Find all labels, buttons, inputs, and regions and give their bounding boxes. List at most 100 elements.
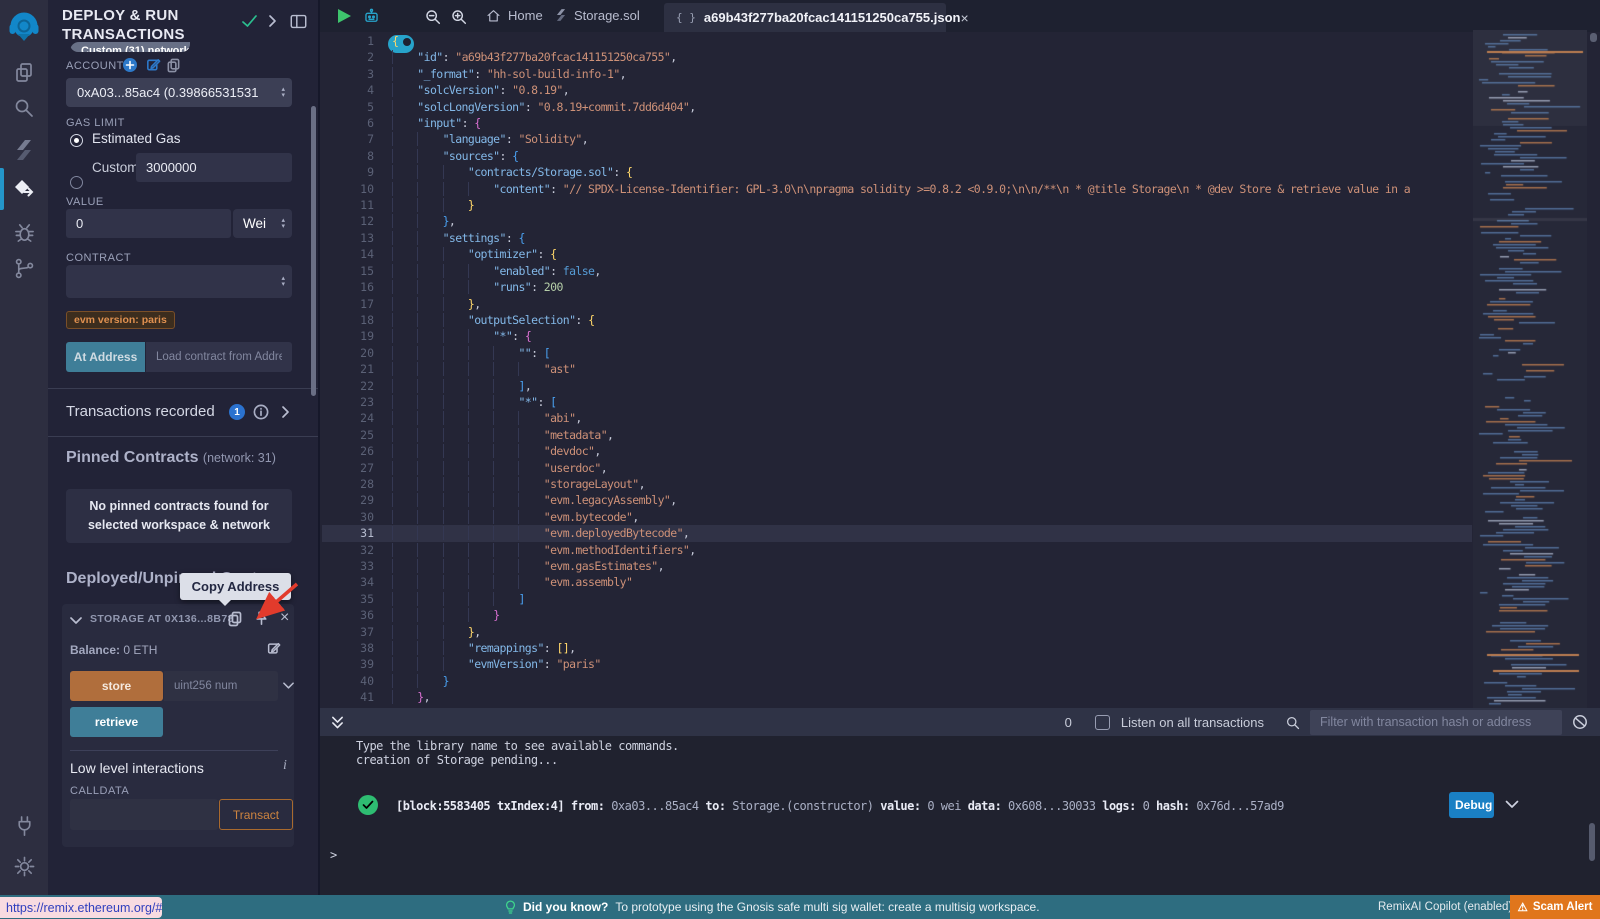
listen-checkbox[interactable]	[1095, 715, 1110, 730]
at-address-button[interactable]: At Address	[66, 342, 145, 372]
code-line[interactable]: 38 "remappings": [],	[322, 640, 1472, 656]
code-line[interactable]: 37 },	[322, 624, 1472, 640]
at-address-input[interactable]	[146, 342, 292, 372]
sidebar-item-plugin-manager[interactable]	[0, 806, 48, 846]
code-line[interactable]: 23 "*": [	[322, 394, 1472, 410]
create-account-icon[interactable]	[122, 57, 138, 78]
code-line[interactable]: 12 },	[322, 213, 1472, 229]
code-line[interactable]: 20 "": [	[322, 345, 1472, 361]
sidebar-item-settings[interactable]	[0, 846, 48, 886]
code-line[interactable]: 8 "sources": {	[322, 148, 1472, 164]
tab-json-active[interactable]: { } a69b43f277ba20fcac141151250ca755.jso…	[664, 3, 946, 32]
code-line[interactable]: 13 "settings": {	[322, 230, 1472, 246]
pin-side-panel-icon[interactable]	[289, 13, 308, 30]
collapse-contract-chevron-icon[interactable]	[70, 617, 82, 625]
estimated-gas-radio[interactable]	[70, 134, 83, 147]
tx-log-text[interactable]: [block:5583405 txIndex:4] from: 0xa03...…	[396, 799, 1396, 813]
zoom-out-icon[interactable]	[424, 8, 441, 25]
code-line[interactable]: 2 "id": "a69b43f277ba20fcac141151250ca75…	[322, 49, 1472, 65]
terminal-search-icon[interactable]	[1285, 715, 1300, 730]
remix-logo[interactable]	[0, 4, 48, 52]
custom-gas-input[interactable]	[136, 153, 292, 182]
sidebar-item-debugger[interactable]	[0, 212, 48, 252]
code-line[interactable]: 5 "solcLongVersion": "0.8.19+commit.7dd6…	[322, 99, 1472, 115]
remix-ai-robot-icon[interactable]	[362, 7, 381, 26]
account-select[interactable]: 0xA03...85ac4 (0.39866531531 ▴▾	[66, 78, 292, 107]
store-arg-input[interactable]	[164, 671, 278, 701]
code-line[interactable]: 15 "enabled": false,	[322, 263, 1472, 279]
minimap[interactable]	[1473, 30, 1587, 718]
code-line[interactable]: 33 "evm.gasEstimates",	[322, 558, 1472, 574]
terminal-prompt[interactable]: >	[330, 848, 337, 862]
close-tab-icon[interactable]: ×	[960, 10, 968, 26]
code-line[interactable]: 21 "ast"	[322, 361, 1472, 377]
code-line[interactable]: 9 "contracts/Storage.sol": {	[322, 164, 1472, 180]
code-line[interactable]: 34 "evm.assembly"	[322, 574, 1472, 590]
expand-transactions-chevron-icon[interactable]	[281, 405, 290, 419]
tab-storage-sol[interactable]: Storage.sol	[554, 7, 640, 23]
collapse-panel-chevron-icon[interactable]	[268, 14, 277, 28]
code-line[interactable]: 39 "evmVersion": "paris"	[322, 656, 1472, 672]
run-script-play-icon[interactable]	[338, 9, 351, 23]
tab-home[interactable]: Home	[486, 8, 543, 23]
edit-balance-icon[interactable]	[266, 641, 281, 656]
expand-store-args-chevron-icon[interactable]	[283, 682, 294, 690]
lightbulb-icon	[505, 900, 516, 915]
value-unit-select[interactable]: Wei ▴▾	[233, 209, 292, 238]
code-line[interactable]: 17 },	[322, 296, 1472, 312]
editor-scrollbar[interactable]	[1590, 33, 1597, 42]
code-line[interactable]: 25 "metadata",	[322, 427, 1472, 443]
copy-account-icon[interactable]	[166, 58, 181, 73]
code-line[interactable]: 19 "*": {	[322, 328, 1472, 344]
code-line[interactable]: 10 "content": "// SPDX-License-Identifie…	[322, 181, 1472, 197]
code-line[interactable]: 22 ],	[322, 378, 1472, 394]
contract-select[interactable]: ▴▾	[66, 265, 292, 298]
code-line[interactable]: 28 "storageLayout",	[322, 476, 1472, 492]
calldata-input[interactable]	[70, 799, 218, 830]
custom-gas-radio[interactable]	[70, 176, 83, 189]
clear-terminal-icon[interactable]	[1572, 714, 1588, 730]
code-line[interactable]: 18 "outputSelection": {	[322, 312, 1472, 328]
code-line[interactable]: 35 ]	[322, 591, 1472, 607]
copy-address-icon[interactable]	[227, 611, 243, 627]
transaction-filter-input[interactable]	[1310, 710, 1562, 735]
code-line[interactable]: 14 "optimizer": {	[322, 246, 1472, 262]
sidebar-item-solidity-compiler[interactable]	[0, 130, 48, 170]
code-line[interactable]: 29 "evm.legacyAssembly",	[322, 492, 1472, 508]
value-input[interactable]	[66, 209, 231, 238]
scam-alert-badge[interactable]: ⚠ Scam Alert	[1510, 895, 1600, 919]
transact-button[interactable]: Transact	[219, 799, 293, 830]
code-line[interactable]: 27 "userdoc",	[322, 460, 1472, 476]
sidebar-item-git[interactable]	[0, 248, 48, 288]
code-line[interactable]: 24 "abi",	[322, 410, 1472, 426]
divider	[70, 750, 278, 751]
code-line[interactable]: 1{	[322, 33, 1472, 49]
sidebar-item-search[interactable]	[0, 88, 48, 128]
store-button[interactable]: store	[70, 671, 163, 701]
code-line[interactable]: 32 "evm.methodIdentifiers",	[322, 542, 1472, 558]
code-line[interactable]: 6 "input": {	[322, 115, 1472, 131]
code-line[interactable]: 11 }	[322, 197, 1472, 213]
code-line[interactable]: 30 "evm.bytecode",	[322, 509, 1472, 525]
debug-button[interactable]: Debug	[1449, 792, 1494, 818]
copilot-status[interactable]: RemixAI Copilot (enabled)	[1378, 895, 1512, 919]
zoom-in-icon[interactable]	[450, 8, 467, 25]
code-line[interactable]: 3 "_format": "hh-sol-build-info-1",	[322, 66, 1472, 82]
code-line[interactable]: 36 }	[322, 607, 1472, 623]
panel-scrollbar[interactable]	[311, 106, 316, 396]
code-line[interactable]: 7 "language": "Solidity",	[322, 131, 1472, 147]
code-line[interactable]: 4 "solcVersion": "0.8.19",	[322, 82, 1472, 98]
code-lines[interactable]: 1{2 "id": "a69b43f277ba20fcac141151250ca…	[322, 33, 1472, 708]
terminal-scrollbar[interactable]	[1589, 823, 1595, 861]
retrieve-button[interactable]: retrieve	[70, 707, 163, 737]
sign-message-icon[interactable]	[145, 57, 161, 73]
expand-tx-chevron-icon[interactable]	[1505, 800, 1519, 809]
code-line[interactable]: 41 },	[322, 689, 1472, 705]
expand-terminal-icon[interactable]	[331, 715, 344, 730]
sidebar-item-file-explorer[interactable]	[0, 53, 48, 93]
code-line[interactable]: 16 "runs": 200	[322, 279, 1472, 295]
code-line[interactable]: 40 }	[322, 673, 1472, 689]
code-line[interactable]: 31 "evm.deployedBytecode",	[322, 525, 1472, 541]
code-line[interactable]: 26 "devdoc",	[322, 443, 1472, 459]
sidebar-item-deploy-and-run[interactable]	[0, 170, 48, 210]
